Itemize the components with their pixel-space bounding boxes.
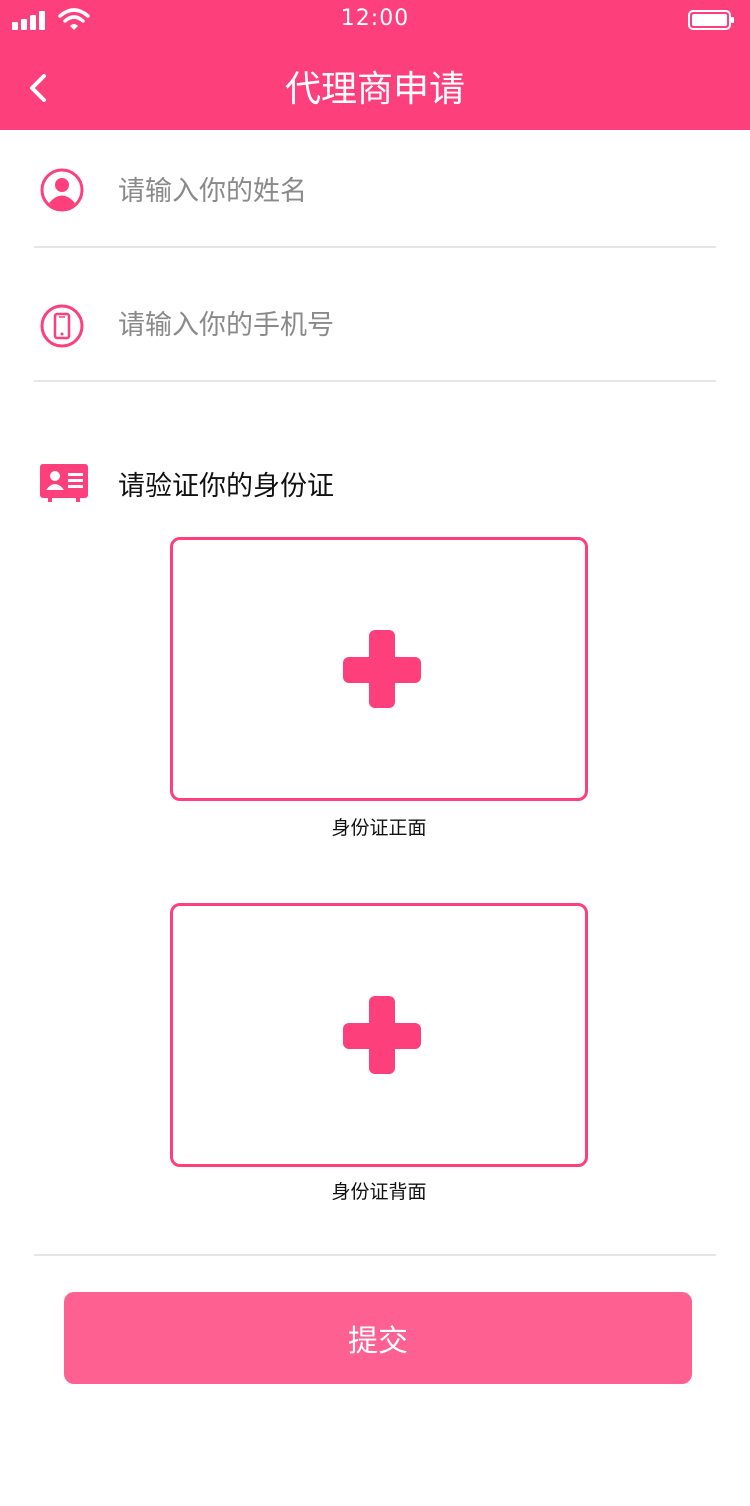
name-input[interactable]	[118, 134, 708, 248]
phone-input[interactable]	[118, 268, 708, 382]
page-title: 代理商申请	[284, 69, 465, 110]
divider	[34, 1254, 716, 1256]
phone-row	[34, 268, 716, 382]
id-back-caption: 身份证背面	[331, 1181, 427, 1203]
phone-icon	[40, 304, 84, 348]
divider	[34, 246, 716, 248]
user-icon	[40, 168, 84, 212]
submit-button[interactable]: 提交	[64, 1292, 692, 1384]
id-section-label: 请验证你的身份证	[118, 471, 334, 502]
divider	[34, 380, 716, 382]
id-card-icon	[40, 464, 88, 502]
app-header: 12:00 代理商申请	[0, 0, 750, 130]
status-time: 12:00	[340, 6, 410, 31]
id-section-header: 请验证你的身份证	[40, 462, 640, 506]
name-row	[34, 134, 716, 248]
id-front-upload[interactable]	[170, 537, 588, 801]
id-back-upload[interactable]	[170, 903, 588, 1167]
id-front-caption: 身份证正面	[331, 817, 427, 839]
battery-icon	[688, 10, 734, 30]
